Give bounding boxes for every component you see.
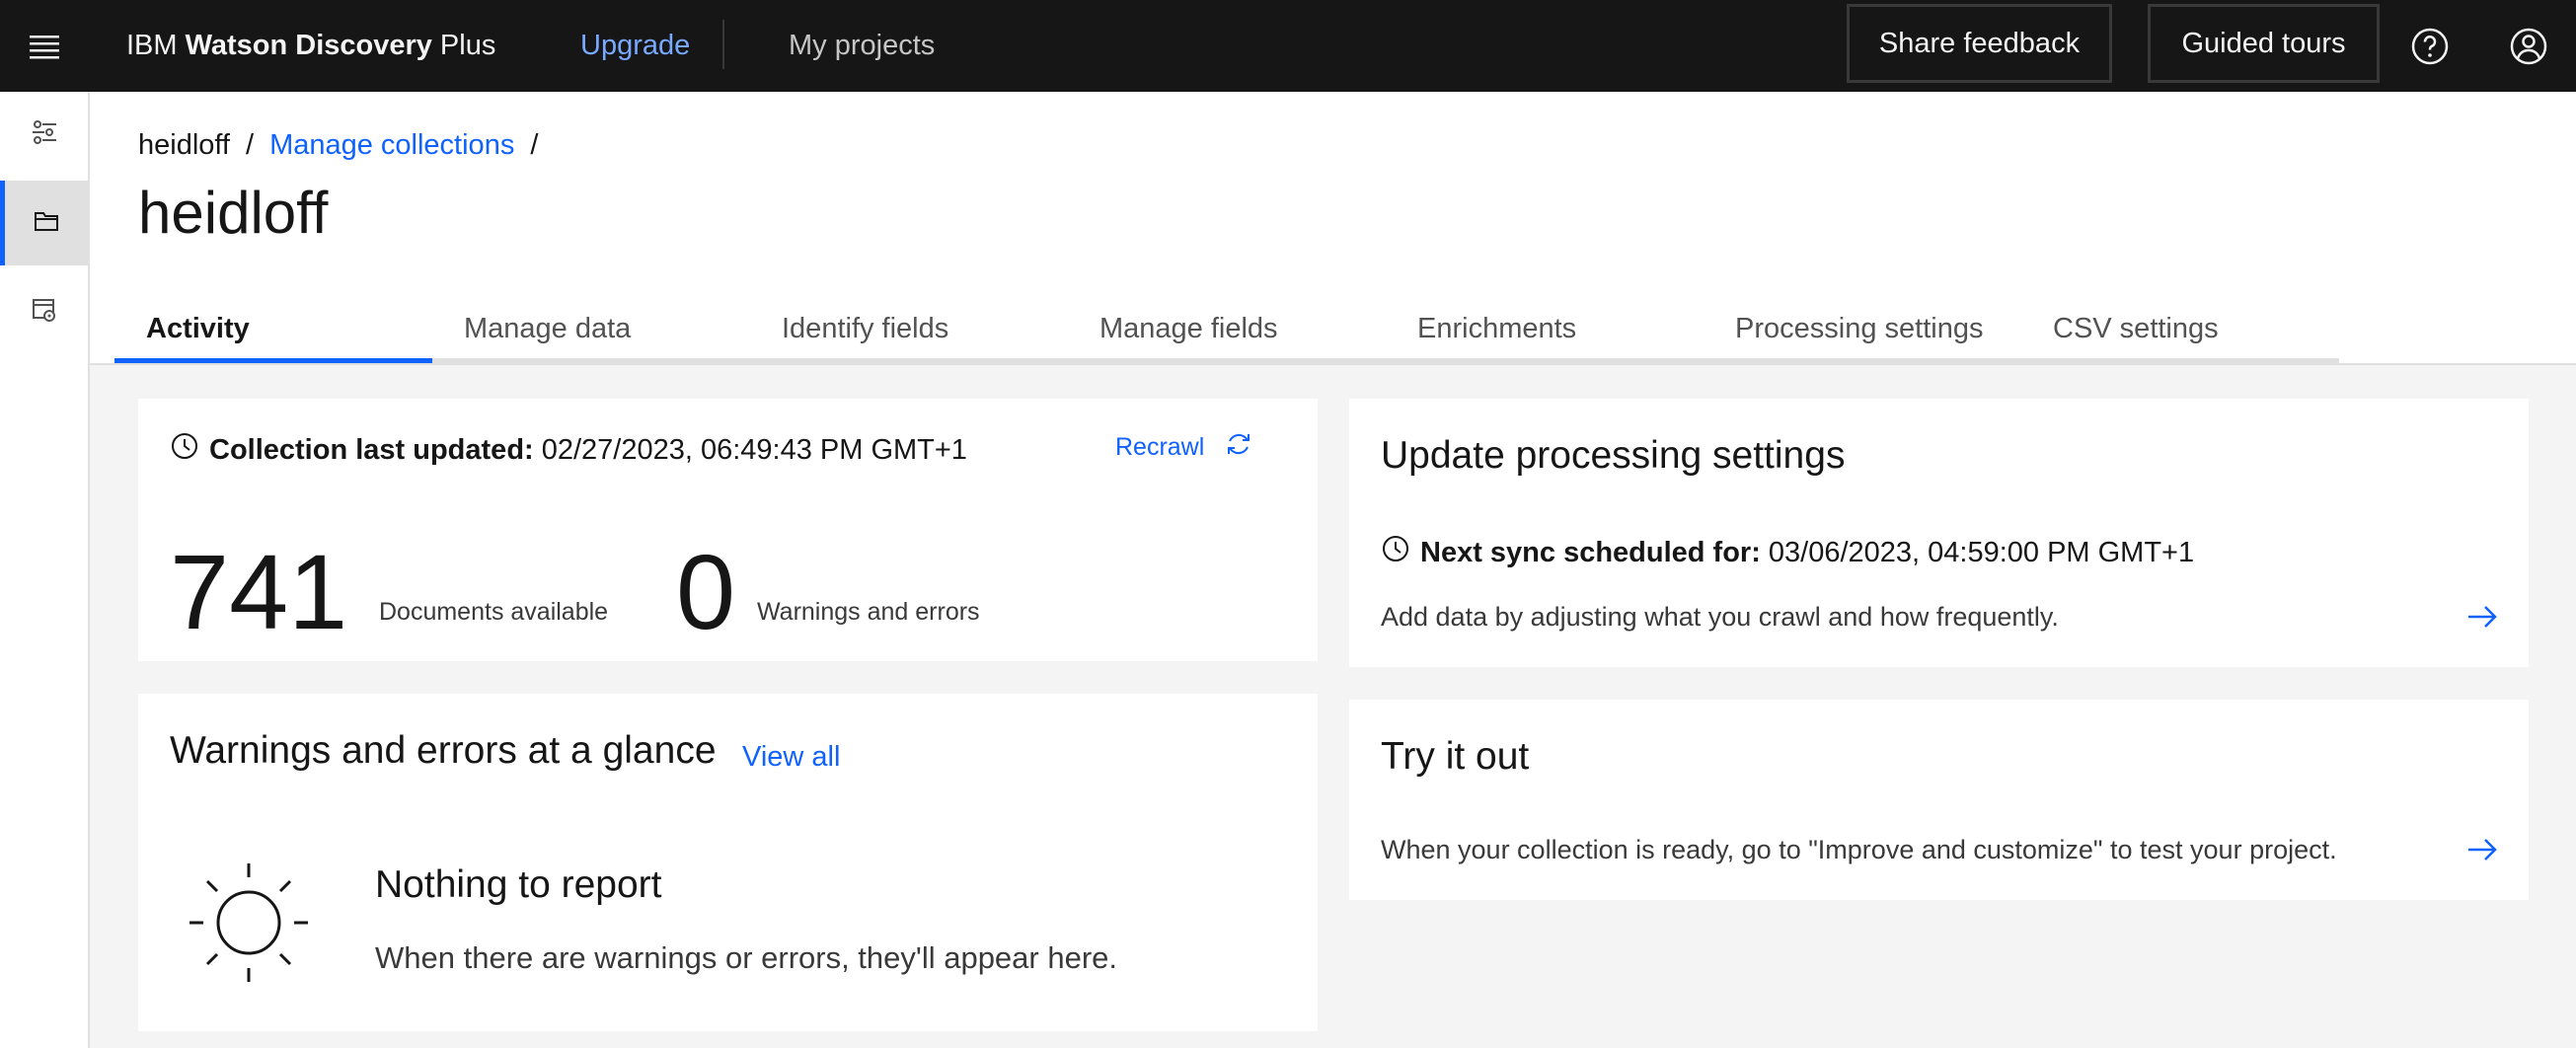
- rail-integrate-deploy[interactable]: [0, 269, 88, 354]
- breadcrumb-manage-collections[interactable]: Manage collections: [269, 129, 514, 162]
- recrawl-link[interactable]: Recrawl: [1115, 429, 1253, 466]
- upgrade-link[interactable]: Upgrade: [580, 0, 690, 92]
- breadcrumb-project[interactable]: heidloff: [138, 129, 230, 162]
- tab-manage-fields[interactable]: Manage fields: [1068, 299, 1386, 363]
- warnings-label: Warnings and errors: [757, 598, 980, 626]
- last-updated-row: Collection last updated: 02/27/2023, 06:…: [170, 431, 967, 469]
- warnings-count: 0: [676, 532, 736, 651]
- try-it-out-title: Try it out: [1381, 735, 1530, 778]
- try-it-out-card[interactable]: Try it out When your collection is ready…: [1349, 700, 2529, 900]
- empty-state-title: Nothing to report: [375, 863, 662, 906]
- collection-status-card: Collection last updated: 02/27/2023, 06:…: [138, 399, 1318, 661]
- tab-manage-data[interactable]: Manage data: [432, 299, 750, 363]
- breadcrumb: heidloff / Manage collections /: [138, 129, 554, 162]
- documents-count: 741: [170, 532, 348, 651]
- clock-icon: [1381, 534, 1410, 571]
- last-updated-value: 02/27/2023, 06:49:43 PM GMT+1: [541, 433, 967, 466]
- my-projects-link[interactable]: My projects: [789, 0, 935, 92]
- breadcrumb-separator: /: [246, 129, 255, 161]
- arrow-right-icon[interactable]: [2465, 600, 2499, 638]
- refresh-icon: [1204, 429, 1253, 466]
- brand-prefix: IBM: [126, 30, 178, 61]
- tab-activity[interactable]: Activity: [114, 299, 432, 363]
- sun-icon: [186, 860, 312, 991]
- processing-card-description: Add data by adjusting what you crawl and…: [1381, 602, 2059, 632]
- try-it-out-description: When your collection is ready, go to "Im…: [1381, 835, 2337, 864]
- arrow-right-icon[interactable]: [2465, 833, 2499, 871]
- next-sync-value: 03/06/2023, 04:59:00 PM GMT+1: [1768, 536, 2195, 568]
- warnings-card-title: Warnings and errors at a glance: [170, 729, 717, 772]
- warnings-card: Warnings and errors at a glance View all…: [138, 694, 1318, 1031]
- empty-state-description: When there are warnings or errors, they'…: [375, 940, 1118, 975]
- tab-csv-settings[interactable]: CSV settings: [2021, 299, 2339, 363]
- last-updated-label: Collection last updated:: [209, 433, 534, 466]
- user-avatar-icon[interactable]: [2494, 0, 2563, 92]
- brand-suffix: Plus: [439, 30, 496, 61]
- documents-label: Documents available: [379, 598, 609, 626]
- view-all-link[interactable]: View all: [742, 741, 840, 774]
- clock-icon: [170, 431, 199, 469]
- share-feedback-button[interactable]: Share feedback: [1847, 4, 2112, 83]
- rail-improve-customize[interactable]: [0, 92, 88, 177]
- guided-tours-button[interactable]: Guided tours: [2148, 4, 2380, 83]
- next-sync-label: Next sync scheduled for:: [1420, 536, 1761, 568]
- folder-icon: [32, 206, 61, 241]
- rail-manage-collections[interactable]: [0, 181, 88, 265]
- tab-list: Activity Manage data Identify fields Man…: [114, 299, 2339, 363]
- hamburger-menu-icon[interactable]: [0, 0, 88, 92]
- page-header: heidloff / Manage collections / heidloff…: [90, 92, 2576, 365]
- processing-card-title: Update processing settings: [1381, 434, 1846, 477]
- side-rail: [0, 92, 90, 1048]
- tab-enrichments[interactable]: Enrichments: [1386, 299, 1704, 363]
- settings-sliders-icon: [30, 117, 59, 152]
- tab-processing-settings[interactable]: Processing settings: [1704, 299, 2021, 363]
- breadcrumb-separator: /: [530, 129, 539, 161]
- processing-settings-card[interactable]: Update processing settings Next sync sch…: [1349, 399, 2529, 667]
- deploy-icon: [30, 295, 59, 330]
- help-icon[interactable]: [2395, 0, 2464, 92]
- product-name[interactable]: IBM Watson Discovery Plus: [126, 0, 495, 92]
- recrawl-label: Recrawl: [1115, 433, 1205, 461]
- page-title: heidloff: [138, 180, 329, 246]
- brand-name: Watson Discovery: [185, 30, 432, 61]
- next-sync-row: Next sync scheduled for: 03/06/2023, 04:…: [1381, 534, 2194, 571]
- nav-divider: [722, 20, 724, 69]
- top-header: IBM Watson Discovery Plus Upgrade My pro…: [0, 0, 2576, 92]
- tab-identify-fields[interactable]: Identify fields: [750, 299, 1068, 363]
